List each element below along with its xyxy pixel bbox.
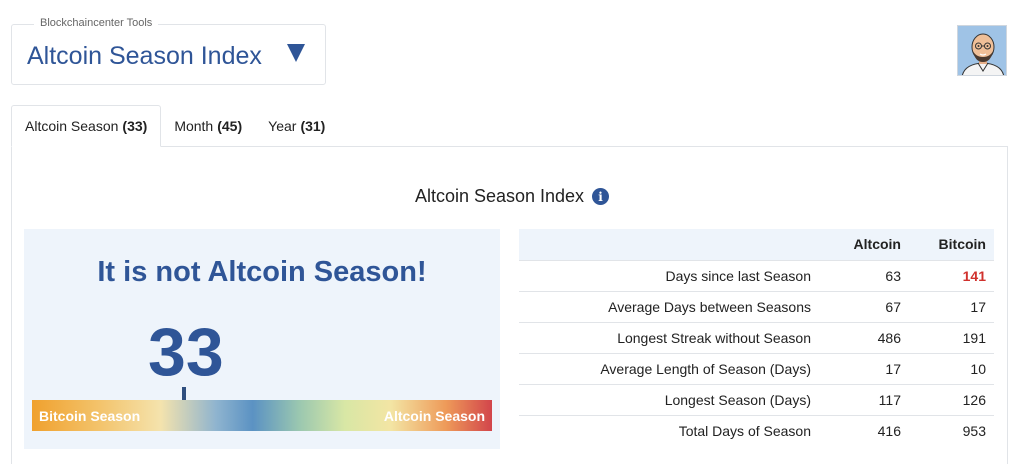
tool-selector-legend: Blockchaincenter Tools — [34, 17, 159, 29]
tab-value: (31) — [300, 118, 326, 134]
table-row: Longest Season (Days) 117 126 — [519, 383, 994, 415]
header-altcoin: Altcoin — [825, 229, 909, 260]
season-status-message: It is not Altcoin Season! — [97, 256, 427, 288]
tab-altcoin-season[interactable]: Altcoin Season (33) — [11, 105, 162, 147]
tab-value: (45) — [217, 118, 243, 134]
row-label: Longest Streak without Season — [519, 321, 825, 353]
row-label: Longest Season (Days) — [519, 383, 825, 415]
bitcoin-value: 17 — [909, 290, 994, 322]
tab-label: Year — [268, 118, 297, 134]
table-row: Longest Streak without Season 486 191 — [519, 321, 994, 353]
altcoin-value: 67 — [825, 290, 909, 322]
tool-selector-title: Altcoin Season Index — [27, 42, 262, 70]
table-row: Total Days of Season 416 953 — [519, 414, 994, 446]
season-gauge-panel: It is not Altcoin Season! 33 Bitcoin Sea… — [24, 229, 500, 449]
header-bitcoin: Bitcoin — [909, 229, 994, 260]
tab-month[interactable]: Month (45) — [161, 105, 255, 147]
table-row: Average Length of Season (Days) 17 10 — [519, 352, 994, 384]
gauge-label-bitcoin-season: Bitcoin Season — [39, 408, 141, 424]
table-row: Average Days between Seasons 67 17 — [519, 290, 994, 322]
row-label: Average Length of Season (Days) — [519, 352, 825, 384]
info-icon[interactable]: i — [592, 188, 610, 205]
altcoin-value: 17 — [825, 352, 909, 384]
altcoin-value: 117 — [825, 383, 909, 415]
tab-label: Month — [174, 118, 214, 134]
table-header-row: Altcoin Bitcoin — [519, 229, 994, 260]
tab-label: Altcoin Season — [25, 118, 119, 134]
altcoin-value: 416 — [825, 414, 909, 446]
row-label: Average Days between Seasons — [519, 290, 825, 322]
tool-selector-dropdown[interactable]: Blockchaincenter Tools Altcoin Season In… — [11, 17, 326, 85]
header-label — [519, 229, 825, 260]
bitcoin-value: 126 — [909, 383, 994, 415]
gauge-bar: Bitcoin Season Altcoin Season — [32, 400, 492, 431]
user-avatar-icon — [958, 26, 1006, 75]
triangle-down-icon[interactable] — [287, 44, 305, 62]
altcoin-value: 486 — [825, 321, 909, 353]
avatar[interactable] — [957, 25, 1007, 76]
bitcoin-value: 191 — [909, 321, 994, 353]
tab-year[interactable]: Year (31) — [255, 105, 338, 147]
row-label: Total Days of Season — [519, 414, 825, 446]
bitcoin-value: 141 — [909, 259, 994, 291]
altcoin-value: 63 — [825, 259, 909, 291]
gauge-label-altcoin-season: Altcoin Season — [383, 408, 485, 424]
season-stats-table: Altcoin Bitcoin Days since last Season 6… — [519, 229, 994, 446]
row-label: Days since last Season — [519, 259, 825, 291]
table-row: Days since last Season 63 141 — [519, 259, 994, 291]
bitcoin-value: 10 — [909, 352, 994, 384]
index-title-text: Altcoin Season Index — [414, 186, 585, 206]
bitcoin-value: 953 — [909, 414, 994, 446]
index-value: 33 — [148, 314, 224, 390]
tab-bar: Altcoin Season (33) Month (45) Year (31) — [11, 105, 338, 147]
tab-value: (33) — [122, 118, 148, 134]
index-title: Altcoin Season Index i — [0, 186, 1024, 207]
